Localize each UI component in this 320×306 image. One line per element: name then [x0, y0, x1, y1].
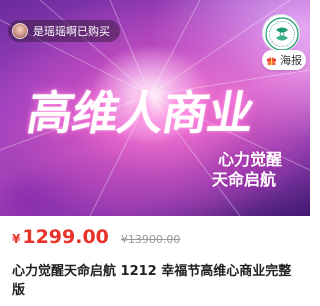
price-row: ¥ 1299.00 ¥13900.00	[12, 226, 180, 250]
price-currency: ¥	[12, 232, 21, 246]
buyer-text: 是瑶瑶啊已购买	[33, 25, 110, 38]
product-title: 心力觉醒天命启航 1212 幸福节高维心商业完整版	[12, 264, 292, 298]
banner-subtitle-line2: 天命启航	[212, 170, 277, 189]
brand-logo-icon	[262, 14, 300, 52]
current-price: 1299.00	[22, 226, 109, 248]
recent-buyer-notice: 是瑶瑶啊已购买	[8, 20, 120, 42]
buyer-avatar	[12, 23, 28, 39]
original-price: ¥13900.00	[120, 233, 181, 246]
product-banner[interactable]: 是瑶瑶啊已购买 海报 高维人商业 心力觉醒 天命启航	[0, 0, 310, 216]
